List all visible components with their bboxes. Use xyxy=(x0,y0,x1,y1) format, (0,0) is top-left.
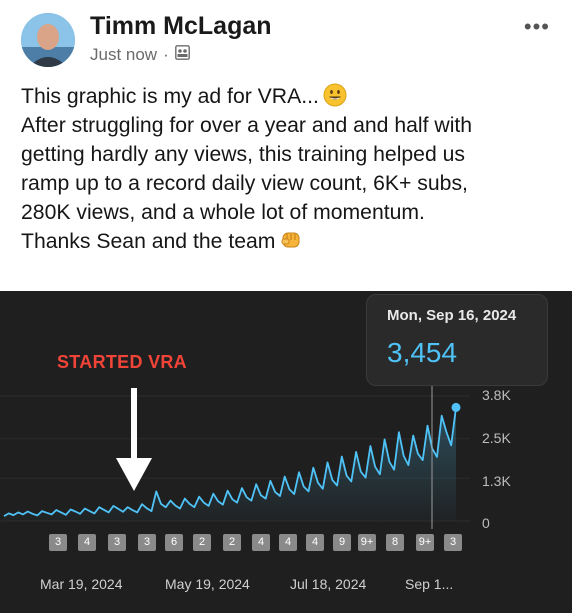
video-marker-badge[interactable]: 4 xyxy=(78,534,96,551)
video-marker-badge[interactable]: 3 xyxy=(138,534,156,551)
post-line: After struggling for over a year and and… xyxy=(21,114,473,137)
started-vra-annotation: STARTED VRA xyxy=(57,352,187,372)
tooltip-date: Mon, Sep 16, 2024 xyxy=(387,307,517,324)
video-marker-badge[interactable]: 4 xyxy=(252,534,270,551)
video-marker-badge[interactable]: 9+ xyxy=(358,534,376,551)
video-marker-badge[interactable]: 4 xyxy=(279,534,297,551)
video-marker-badge[interactable]: 3 xyxy=(108,534,126,551)
post-meta: Just now · xyxy=(90,45,190,65)
y-tick-label: 1.3K xyxy=(482,473,511,489)
series-area xyxy=(4,407,456,521)
more-options-button[interactable]: ••• xyxy=(524,14,550,40)
y-tick-label: 0 xyxy=(482,515,490,531)
video-marker-badge[interactable]: 9+ xyxy=(416,534,434,551)
y-tick-label: 3.8K xyxy=(482,387,511,403)
post-line: This graphic is my ad for VRA... xyxy=(21,85,319,108)
video-marker-badge[interactable]: 4 xyxy=(306,534,324,551)
audience-icon[interactable] xyxy=(174,45,190,65)
fist-emoji-icon xyxy=(279,228,303,252)
x-tick-label: Mar 19, 2024 xyxy=(40,576,123,592)
smiley-emoji-icon xyxy=(323,83,347,107)
post-line: getting hardly any views, this training … xyxy=(21,143,466,166)
post-line: Thanks Sean and the team xyxy=(21,230,276,253)
chart-tooltip: Mon, Sep 16, 2024 3,454 xyxy=(366,294,548,386)
x-tick-label: May 19, 2024 xyxy=(165,576,250,592)
post-line: ramp up to a record daily view count, 6K… xyxy=(21,172,468,195)
post-body: This graphic is my ad for VRA... After s… xyxy=(21,82,556,256)
video-marker-badge[interactable]: 9 xyxy=(333,534,351,551)
avatar[interactable] xyxy=(21,13,75,67)
author-name[interactable]: Timm McLagan xyxy=(90,12,272,41)
video-marker-badge[interactable]: 6 xyxy=(165,534,183,551)
post-line: 280K views, and a whole lot of momentum. xyxy=(21,201,425,224)
tooltip-value: 3,454 xyxy=(387,337,458,368)
down-arrow-icon xyxy=(116,388,152,491)
video-marker-badge[interactable]: 2 xyxy=(223,534,241,551)
x-tick-label: Jul 18, 2024 xyxy=(290,576,367,592)
highlight-point[interactable] xyxy=(451,402,461,412)
video-marker-badge[interactable]: 3 xyxy=(49,534,67,551)
x-tick-label: Sep 1... xyxy=(405,576,454,592)
analytics-chart: STARTED VRA Mon, Sep 16, 2024 3,454 3.8K… xyxy=(0,291,572,613)
y-tick-label: 2.5K xyxy=(482,430,511,446)
meta-separator: · xyxy=(163,45,169,64)
video-marker-badge[interactable]: 8 xyxy=(386,534,404,551)
post-time[interactable]: Just now xyxy=(90,45,157,65)
post-card: Timm McLagan Just now · ••• This graphic… xyxy=(0,0,572,291)
video-marker-badge[interactable]: 3 xyxy=(444,534,462,551)
video-marker-badge[interactable]: 2 xyxy=(193,534,211,551)
